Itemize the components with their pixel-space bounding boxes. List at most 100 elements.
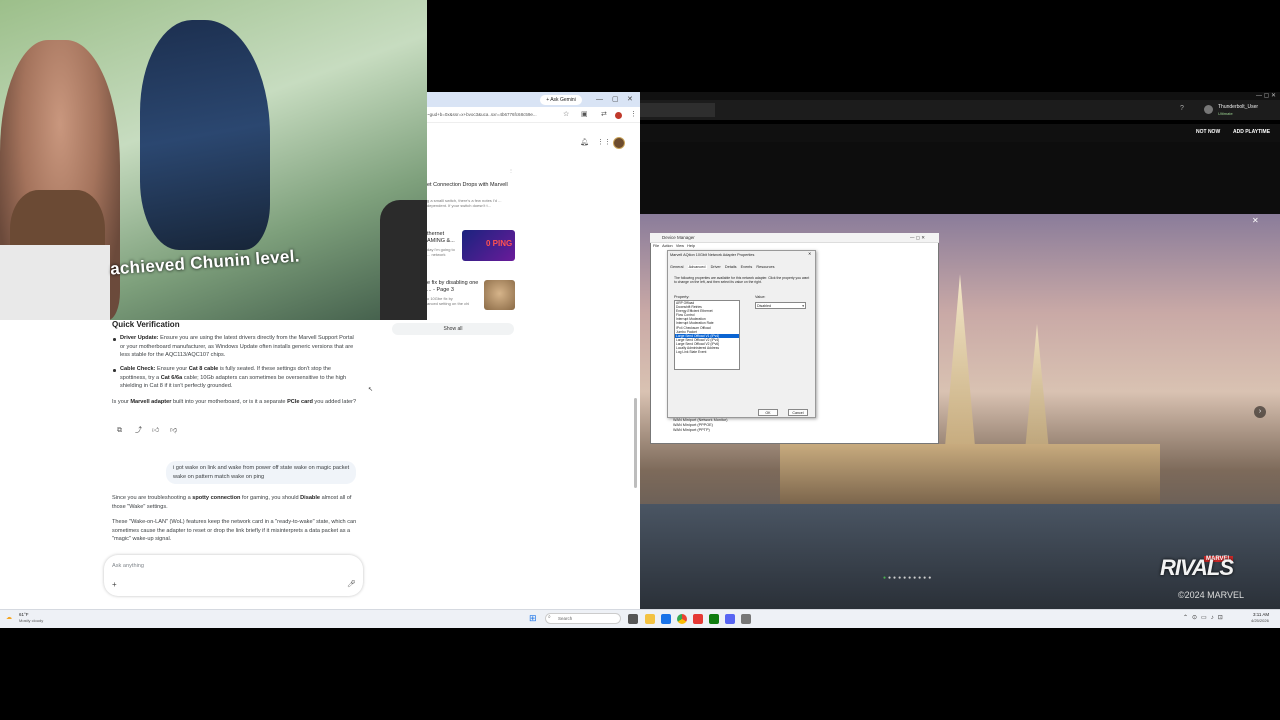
add-playtime-button[interactable]: ADD PLAYTIME: [1233, 129, 1270, 135]
cable-bold: Cat 6/6a: [160, 374, 183, 381]
clock-date[interactable]: 4/25/2026: [1251, 618, 1269, 623]
settings-icon[interactable]: [741, 614, 751, 624]
scrollbar[interactable]: [634, 398, 637, 488]
result-title-2[interactable]: thernet AMING &...: [427, 231, 459, 245]
character-silhouette: [380, 200, 427, 320]
ok-button[interactable]: OK: [758, 409, 778, 416]
tab-general[interactable]: General: [670, 265, 684, 269]
result-thumbnail-2[interactable]: 0 PING: [462, 230, 515, 261]
reply-paragraph-1: Since you are troubleshooting a spotty c…: [112, 494, 357, 511]
show-all-button[interactable]: Show all: [392, 323, 514, 335]
copy-icon[interactable]: ⧉: [117, 427, 122, 435]
task-view-icon[interactable]: [628, 614, 638, 624]
thumbs-up-icon[interactable]: 👍︎: [152, 427, 159, 435]
property-item[interactable]: Log Link State Event: [675, 350, 739, 354]
chat-input-box[interactable]: Ask anything + 🎤︎: [104, 555, 363, 596]
chrome-icon[interactable]: [677, 614, 687, 624]
notifications-icon[interactable]: 🔔︎: [580, 139, 589, 147]
question-text: you added later?: [312, 399, 357, 405]
value-dropdown[interactable]: Disabled ▾: [755, 302, 806, 309]
webcam-overlay: achieved Chunin level.: [0, 0, 427, 320]
windows-start-icon[interactable]: ⊞: [529, 613, 537, 624]
taskbar-search[interactable]: Search: [545, 613, 621, 624]
result-sub-3: o 10Gbe fix by anced setting on the chi: [427, 296, 470, 306]
xbox-icon[interactable]: [709, 614, 719, 624]
url-text: ~gud+b=0x&ssr=x+bvoc3&uca..sxr=4b6776fc6…: [427, 112, 537, 117]
help-icon[interactable]: ?: [1180, 105, 1184, 112]
close-icon[interactable]: ✕: [808, 252, 811, 257]
weather-temp[interactable]: 61°F: [19, 612, 29, 617]
user-message-bubble: i got wake on link and wake from power o…: [166, 461, 356, 484]
menu-file[interactable]: File: [653, 244, 659, 248]
close-overlay-icon[interactable]: ✕: [1252, 216, 1259, 225]
reply-text: for gaming, you should: [240, 495, 301, 501]
device-item[interactable]: WAN Miniport (PPTP): [673, 428, 728, 433]
menu-view[interactable]: View: [676, 244, 684, 248]
edge-icon[interactable]: [661, 614, 671, 624]
more-icon[interactable]: ⋮: [509, 168, 513, 173]
cast-icon[interactable]: ⇄: [601, 111, 607, 119]
result-sub-2: day i'm going to ... network: [427, 247, 455, 257]
section-heading: Quick Verification: [112, 320, 180, 329]
cable-bold: Cat 8 cable: [188, 366, 219, 372]
star-icon[interactable]: ☆: [563, 111, 569, 119]
system-tray-icons[interactable]: ⌃⊙▭♪⊡: [1183, 614, 1227, 621]
user-avatar[interactable]: [1204, 105, 1213, 114]
file-explorer-icon[interactable]: [645, 614, 655, 624]
xbox-titlebar: — ▢ ✕: [640, 92, 1280, 100]
question-text: Is your: [112, 399, 131, 405]
profile-avatar[interactable]: [615, 112, 622, 119]
thumbs-down-icon[interactable]: 👎︎: [170, 427, 177, 435]
search-icon: ⌕: [548, 614, 551, 620]
minimize-icon[interactable]: —: [596, 95, 603, 105]
menu-action[interactable]: Action: [662, 244, 673, 248]
tab-resources[interactable]: Resources: [756, 265, 774, 269]
tab-advanced[interactable]: Advanced: [687, 265, 707, 269]
cable-paragraph: Cable Check: Ensure your Cat 8 cable is …: [120, 365, 358, 391]
add-icon[interactable]: +: [112, 580, 117, 589]
reply-bold: spotty connection: [192, 495, 241, 501]
result-title-3[interactable]: e fix by disabling one ... - Page 3: [427, 280, 482, 294]
cancel-button[interactable]: Cancel: [788, 409, 808, 416]
result-title-1[interactable]: et Connection Drops with Marvell: [427, 182, 517, 189]
ask-gemini-button[interactable]: + Ask Gemini: [540, 95, 582, 105]
user-message: i got wake on link and wake from power o…: [173, 465, 350, 480]
chrome-titlebar: [427, 92, 640, 107]
bullet: [113, 369, 116, 372]
value-label: Value:: [755, 295, 766, 299]
tab-driver[interactable]: Driver: [711, 265, 721, 269]
carousel-dots[interactable]: ●●●●●●●●●●: [883, 575, 933, 581]
extensions-icon[interactable]: ▣: [581, 111, 588, 119]
weather-icon[interactable]: ☁︎: [6, 614, 12, 621]
reply-paragraph-2: These "Wake-on-LAN" (WoL) features keep …: [112, 519, 357, 543]
xbox-search-field[interactable]: [640, 103, 715, 117]
tab-details[interactable]: Details: [725, 265, 737, 269]
value-selected: Disabled: [757, 304, 771, 308]
device-manager-titlebar: Device Manager — ▢ ✕: [650, 233, 939, 243]
result-sub-1: g a smalll switch, there's a few notes I…: [427, 198, 502, 208]
video-subtitle: achieved Chunin level.: [109, 246, 301, 279]
window-controls[interactable]: — ▢ ✕: [910, 233, 925, 243]
result-thumbnail-3[interactable]: [484, 280, 515, 310]
microphone-icon[interactable]: 🎤︎: [347, 580, 356, 588]
chat-input-placeholder[interactable]: Ask anything: [112, 563, 144, 569]
next-arrow-icon[interactable]: ›: [1254, 406, 1266, 418]
weather-desc[interactable]: Mostly cloudy: [19, 618, 43, 623]
user-tier: Ultimate: [1218, 111, 1233, 116]
account-avatar[interactable]: [613, 137, 625, 149]
not-now-button[interactable]: NOT NOW: [1196, 129, 1220, 135]
copyright-text: ©2024 MARVEL: [1178, 590, 1245, 600]
close-icon[interactable]: ✕: [627, 95, 633, 105]
menu-icon[interactable]: ⋮: [630, 111, 637, 119]
discord-icon[interactable]: [725, 614, 735, 624]
app-icon[interactable]: [693, 614, 703, 624]
menu-help[interactable]: Help: [687, 244, 695, 248]
apps-grid-icon[interactable]: ⋮⋮: [597, 139, 611, 147]
tab-events[interactable]: Events: [741, 265, 753, 269]
cable-label: Cable Check:: [120, 366, 156, 372]
clock-time[interactable]: 3:11 AM: [1253, 612, 1269, 617]
maximize-icon[interactable]: ▢: [612, 95, 619, 105]
property-list[interactable]: ARP Offload Downshift Retries Energy-Effic…: [674, 300, 740, 370]
share-icon[interactable]: ⤴: [135, 427, 142, 435]
properties-title: Marvell AQtion 10Gbit Network Adapter Pr…: [670, 253, 755, 257]
